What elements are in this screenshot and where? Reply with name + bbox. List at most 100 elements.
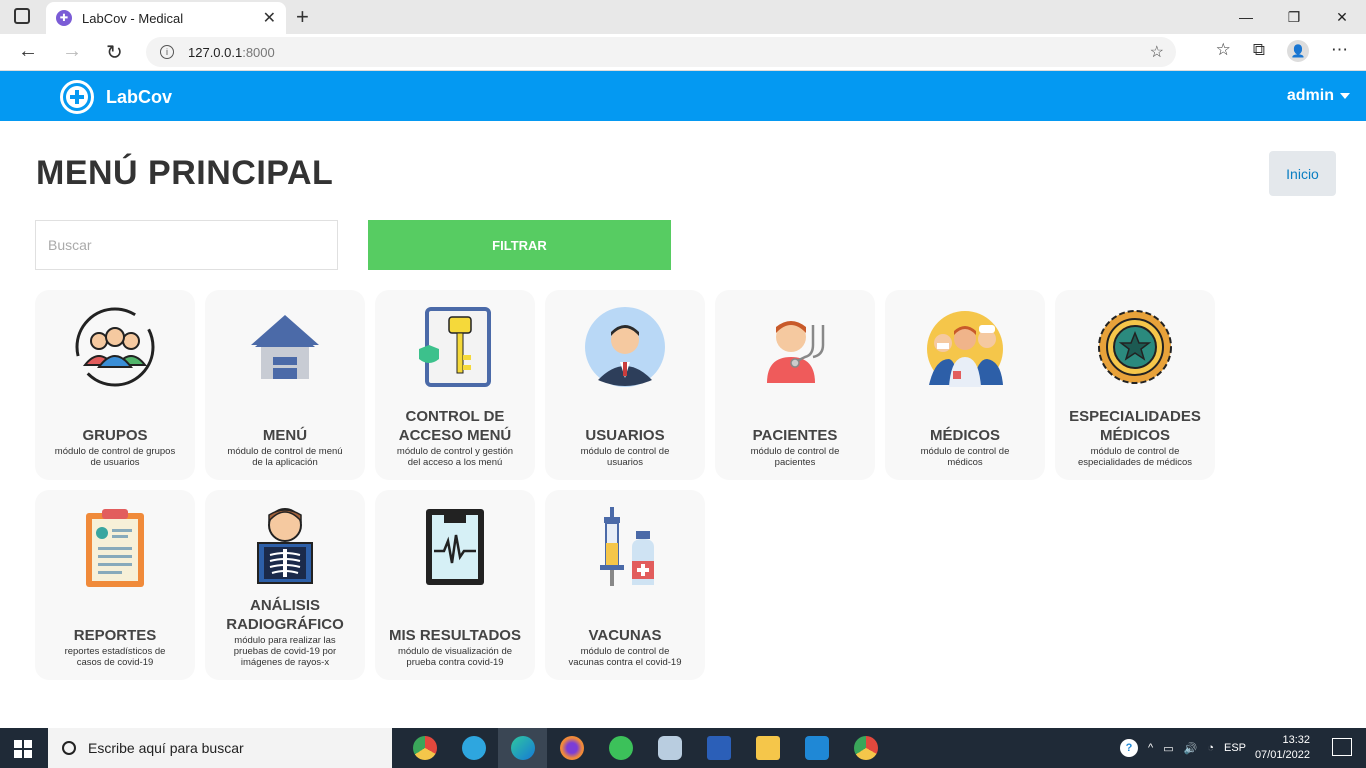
close-tab-icon[interactable]: ✕ [263, 8, 276, 28]
clock-time: 13:32 [1282, 734, 1310, 746]
tab-title: LabCov - Medical [82, 10, 184, 26]
chrome-icon[interactable] [400, 728, 449, 768]
chrome-profile-icon[interactable] [841, 728, 890, 768]
module-desc: módulo de control de menú de la aplicaci… [227, 446, 343, 468]
module-card-grupos[interactable]: GRUPOS módulo de control de grupos de us… [35, 290, 195, 480]
badge-icon [1098, 310, 1172, 384]
module-card-menu[interactable]: MENÚ módulo de control de menú de la apl… [205, 290, 365, 480]
group-icon [75, 307, 155, 387]
tab-actions-icon[interactable] [14, 8, 30, 24]
inicio-button[interactable]: Inicio [1269, 151, 1336, 196]
browser-tabbar: ✚ LabCov - Medical ✕ + — ❐ ✕ [0, 0, 1366, 34]
profile-icon[interactable]: 👤 [1287, 40, 1309, 62]
firefox-icon[interactable] [547, 728, 596, 768]
module-card-medicos[interactable]: MÉDICOS módulo de control de médicos [885, 290, 1045, 480]
xray-icon [257, 508, 313, 584]
module-desc: módulo de control de médicos [920, 446, 1010, 468]
collections-icon[interactable]: ⧉ [1253, 40, 1265, 62]
new-tab-icon[interactable]: + [296, 4, 309, 30]
browser-tab[interactable]: ✚ LabCov - Medical ✕ [46, 2, 286, 34]
module-title: USUARIOS [585, 427, 665, 444]
module-card-control-acceso[interactable]: CONTROL DE ACCESO MENÚ módulo de control… [375, 290, 535, 480]
app-navbar: LabCov admin [0, 71, 1366, 121]
doctors-icon [927, 311, 1003, 387]
module-title: ESPECIALIDADES MÉDICOS [1069, 408, 1201, 444]
logo-icon[interactable] [60, 80, 94, 114]
taskbar-search[interactable]: Escribe aquí para buscar [48, 728, 392, 768]
user-menu[interactable]: admin [1287, 87, 1350, 105]
module-title: REPORTES [73, 627, 157, 644]
module-title: PACIENTES [752, 427, 838, 444]
module-desc: módulo de control de grupos de usuarios [54, 446, 176, 468]
clock[interactable]: 13:32 07/01/2022 [1255, 733, 1310, 763]
os-taskbar: Escribe aquí para buscar ? ^ ▭ 🔊 ◔ ESP 1… [0, 728, 1366, 768]
telegram-icon[interactable] [449, 728, 498, 768]
module-desc: reportes estadísticos de casos de covid-… [64, 646, 166, 668]
taskbar-search-text: Escribe aquí para buscar [88, 740, 244, 756]
module-title: MÉDICOS [929, 427, 1000, 444]
add-favorite-icon[interactable]: ☆ [1150, 42, 1164, 62]
help-icon[interactable]: ? [1120, 739, 1139, 757]
module-card-vacunas[interactable]: VACUNAS módulo de control de vacunas con… [545, 490, 705, 680]
minimize-icon[interactable]: — [1222, 0, 1270, 34]
word-icon[interactable] [694, 728, 743, 768]
filter-button[interactable]: FILTRAR [368, 220, 671, 270]
brand[interactable]: LabCov [106, 87, 172, 108]
house-icon [251, 315, 319, 379]
module-desc: módulo de visualización de prueba contra… [397, 646, 513, 668]
module-card-especialidades[interactable]: ESPECIALIDADES MÉDICOS módulo de control… [1055, 290, 1215, 480]
volume-icon[interactable]: 🔊 [1184, 742, 1198, 755]
browser-toolbar: ← → ↻ i 127.0.0.1:8000 ☆ ☆ ⧉ 👤 ⋯ [0, 34, 1366, 71]
favorites-icon[interactable]: ☆ [1216, 40, 1231, 62]
module-desc: módulo de control de especialidades de m… [1077, 446, 1193, 468]
module-card-resultados[interactable]: MIS RESULTADOS módulo de visualización d… [375, 490, 535, 680]
show-hidden-icon[interactable]: ^ [1148, 742, 1153, 754]
url-port: :8000 [242, 44, 275, 60]
module-card-pacientes[interactable]: PACIENTES módulo de control de pacientes [715, 290, 875, 480]
module-title: CONTROL DE ACCESO MENÚ [398, 408, 512, 444]
module-desc: módulo de control de vacunas contra el c… [568, 646, 682, 668]
wifi-icon[interactable]: ◔ [1207, 742, 1214, 754]
search-input[interactable] [35, 220, 338, 270]
clipboard-icon [86, 509, 144, 587]
battery-icon[interactable]: ▭ [1163, 742, 1173, 755]
page-title: MENÚ PRINCIPAL [36, 154, 334, 192]
favicon-icon: ✚ [56, 10, 72, 26]
language-indicator[interactable]: ESP [1224, 742, 1246, 754]
module-desc: módulo de control de pacientes [750, 446, 840, 468]
module-card-reportes[interactable]: REPORTES reportes estadísticos de casos … [35, 490, 195, 680]
module-card-analisis[interactable]: ANÁLISIS RADIOGRÁFICO módulo para realiz… [205, 490, 365, 680]
windows-start-icon[interactable] [14, 740, 32, 758]
back-icon[interactable]: ← [18, 40, 38, 63]
key-icon [419, 307, 491, 387]
module-title: MENÚ [262, 427, 308, 444]
more-icon[interactable]: ⋯ [1331, 40, 1348, 62]
notifications-icon[interactable] [1332, 738, 1352, 756]
close-window-icon[interactable]: ✕ [1318, 0, 1366, 34]
reload-icon[interactable]: ↻ [106, 40, 123, 65]
forward-icon[interactable]: → [62, 40, 82, 63]
search-icon [62, 741, 76, 755]
site-info-icon[interactable]: i [160, 45, 174, 59]
vscode-icon[interactable] [792, 728, 841, 768]
postgres-icon[interactable] [645, 728, 694, 768]
url-host: 127.0.0.1 [188, 44, 243, 60]
patient-icon [767, 321, 825, 383]
user-name: admin [1286, 87, 1334, 104]
module-title: VACUNAS [588, 627, 662, 644]
vaccine-icon [600, 507, 654, 586]
module-title: MIS RESULTADOS [389, 627, 521, 644]
file-explorer-icon[interactable] [743, 728, 792, 768]
address-bar[interactable]: i 127.0.0.1:8000 ☆ [146, 37, 1176, 67]
module-card-usuarios[interactable]: USUARIOS módulo de control de usuarios [545, 290, 705, 480]
monitor-icon [426, 509, 484, 585]
module-desc: módulo de control y gestión del acceso a… [396, 446, 514, 468]
edge-icon[interactable] [498, 728, 547, 768]
clock-date: 07/01/2022 [1254, 749, 1310, 761]
module-desc: módulo de control de usuarios [580, 446, 670, 468]
restore-icon[interactable]: ❐ [1270, 0, 1318, 34]
module-title: ANÁLISIS RADIOGRÁFICO [226, 597, 344, 633]
module-title: GRUPOS [82, 427, 148, 444]
user-icon [585, 307, 665, 387]
whatsapp-icon[interactable] [596, 728, 645, 768]
